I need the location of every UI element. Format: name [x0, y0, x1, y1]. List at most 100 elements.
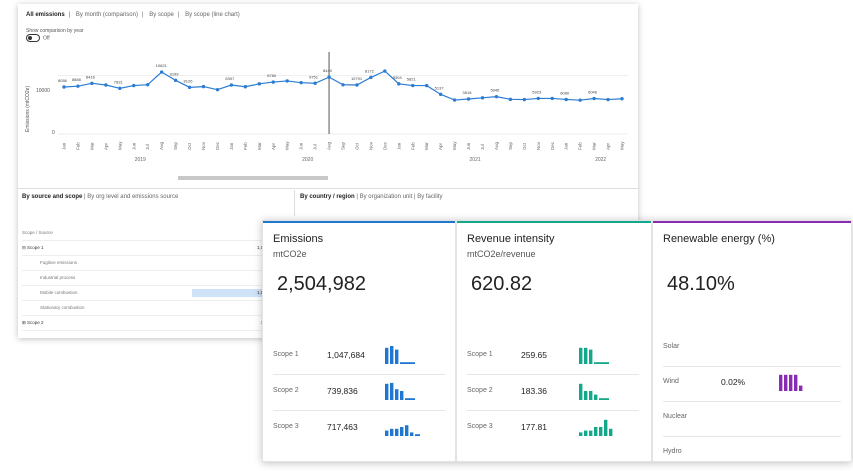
mini-bar — [395, 349, 399, 364]
data-point[interactable] — [522, 97, 527, 102]
data-point[interactable] — [201, 84, 206, 89]
mini-bar — [390, 382, 394, 400]
metric-row-value: 259.65 — [521, 350, 547, 360]
data-label: 9751 — [309, 74, 319, 79]
data-point[interactable] — [271, 80, 275, 84]
metric-row[interactable]: Nuclear — [663, 401, 841, 437]
data-label: 6080 — [560, 90, 570, 95]
mini-bar — [395, 428, 399, 436]
metric-row[interactable]: Scope 2 739,836 — [273, 375, 445, 411]
metric-row[interactable]: Scope 3 717,463 — [273, 411, 445, 446]
metric-row[interactable]: Solar — [663, 331, 841, 367]
data-point[interactable] — [466, 97, 471, 101]
metric-row[interactable]: Scope 1 1,047,684 — [273, 339, 445, 375]
x-tick-label: May — [620, 141, 625, 150]
metric-cards-panel: Emissions mtCO2e 2,504,982 Scope 1 1,047,684… — [262, 220, 852, 462]
data-point[interactable] — [62, 85, 66, 89]
table-row[interactable]: ⊞ Scope 2739,8 — [22, 316, 272, 331]
data-point[interactable] — [397, 82, 401, 86]
metric-row[interactable]: Hydro — [663, 436, 841, 471]
metric-row-label: Hydro — [663, 448, 682, 455]
data-point[interactable] — [355, 83, 359, 87]
data-point[interactable] — [146, 83, 150, 87]
data-point[interactable] — [104, 83, 108, 87]
card-unit: mtCO2e/revenue — [467, 249, 536, 259]
card-title: Emissions — [273, 233, 324, 245]
table-row[interactable]: ⊟ Scope 11,047,6 — [22, 241, 272, 256]
tab-source-scope[interactable]: By source and scope — [22, 194, 82, 200]
data-point[interactable] — [173, 78, 178, 83]
table-row[interactable]: Mobile combustion1,045,4 — [22, 286, 272, 301]
data-point[interactable] — [313, 81, 317, 85]
emissions-card[interactable]: Emissions mtCO2e 2,504,982 Scope 1 1,047,684… — [262, 220, 456, 462]
data-point[interactable] — [215, 87, 220, 92]
data-point[interactable] — [90, 81, 94, 86]
data-point[interactable] — [118, 86, 122, 91]
table-row[interactable]: Industrial process — [22, 271, 272, 286]
mini-bar — [589, 349, 593, 364]
data-point[interactable] — [620, 97, 624, 101]
data-point[interactable] — [425, 83, 429, 88]
data-point[interactable] — [341, 83, 345, 87]
metric-row[interactable]: Scope 1 259.65 — [467, 339, 639, 375]
x-tick-label: Jan — [396, 142, 401, 150]
year-label: 2021 — [470, 157, 481, 163]
data-point[interactable] — [257, 82, 261, 86]
data-point[interactable] — [285, 79, 289, 83]
data-point[interactable] — [411, 83, 415, 88]
data-point[interactable] — [229, 83, 234, 87]
tab-org-level[interactable]: By org level and emissions source — [87, 194, 178, 200]
x-tick-label: Mar — [89, 142, 94, 150]
mini-bar — [385, 347, 389, 364]
metric-row[interactable]: Scope 3 177.81 — [467, 411, 639, 446]
data-point[interactable] — [564, 97, 568, 102]
data-point[interactable] — [494, 94, 499, 99]
data-label: 8056 — [58, 78, 68, 83]
metric-row[interactable]: Scope 2 183.36 — [467, 375, 639, 411]
data-point[interactable] — [243, 85, 248, 89]
data-point[interactable] — [550, 96, 554, 101]
table-row[interactable]: Fugitive emissions — [22, 256, 272, 271]
data-point[interactable] — [327, 75, 331, 79]
data-point[interactable] — [536, 96, 540, 101]
table-row-label: ⊟ Scope 1 — [22, 245, 44, 250]
x-tick-label: Jun — [466, 142, 471, 150]
data-point[interactable] — [132, 83, 136, 88]
tab-facility[interactable]: By facility — [417, 194, 442, 200]
tab-country-region[interactable]: By country / region — [300, 194, 355, 200]
data-point[interactable] — [452, 98, 457, 102]
chart-scrollbar[interactable] — [178, 176, 328, 180]
revenue-intensity-card[interactable]: Revenue intensity mtCO2e/revenue 620.82 Sco… — [456, 220, 652, 462]
scope-source-table: Scope / SourceEmi ⊟ Scope 11,047,6 Fugiti… — [22, 226, 272, 331]
mini-bar — [789, 374, 793, 391]
x-tick-label: Jul — [145, 144, 150, 150]
data-point[interactable] — [508, 97, 513, 102]
mini-bar — [584, 391, 588, 400]
mini-bar-chart — [779, 374, 803, 391]
x-tick-label: Mar — [257, 142, 262, 150]
data-point[interactable] — [159, 70, 164, 74]
data-point[interactable] — [383, 69, 387, 73]
x-tick-label: Feb — [243, 142, 248, 150]
data-point[interactable] — [187, 85, 192, 90]
data-point[interactable] — [369, 75, 373, 80]
data-point[interactable] — [299, 80, 303, 85]
data-point[interactable] — [76, 84, 80, 88]
section-divider — [18, 188, 638, 189]
tab-org-unit[interactable]: By organization unit — [360, 194, 413, 200]
data-point[interactable] — [578, 98, 582, 102]
year-label: 2019 — [135, 157, 146, 163]
x-tick-label: Jan — [564, 142, 569, 150]
data-point[interactable] — [606, 97, 610, 102]
x-tick-label: Jan — [229, 142, 234, 150]
x-tick-label: Aug — [494, 141, 499, 150]
x-tick-label: Mar — [424, 142, 429, 150]
data-point[interactable] — [438, 92, 443, 97]
mini-bar — [604, 362, 609, 364]
table-row[interactable]: Stationary combustion — [22, 301, 272, 316]
renewable-energy-card[interactable]: Renewable energy (%) 48.10% Solar Wind 0.02%… — [652, 220, 852, 462]
metric-row[interactable]: Wind 0.02% — [663, 366, 841, 402]
data-point[interactable] — [592, 96, 596, 101]
data-label: 8688 — [72, 77, 82, 82]
data-point[interactable] — [480, 96, 485, 100]
